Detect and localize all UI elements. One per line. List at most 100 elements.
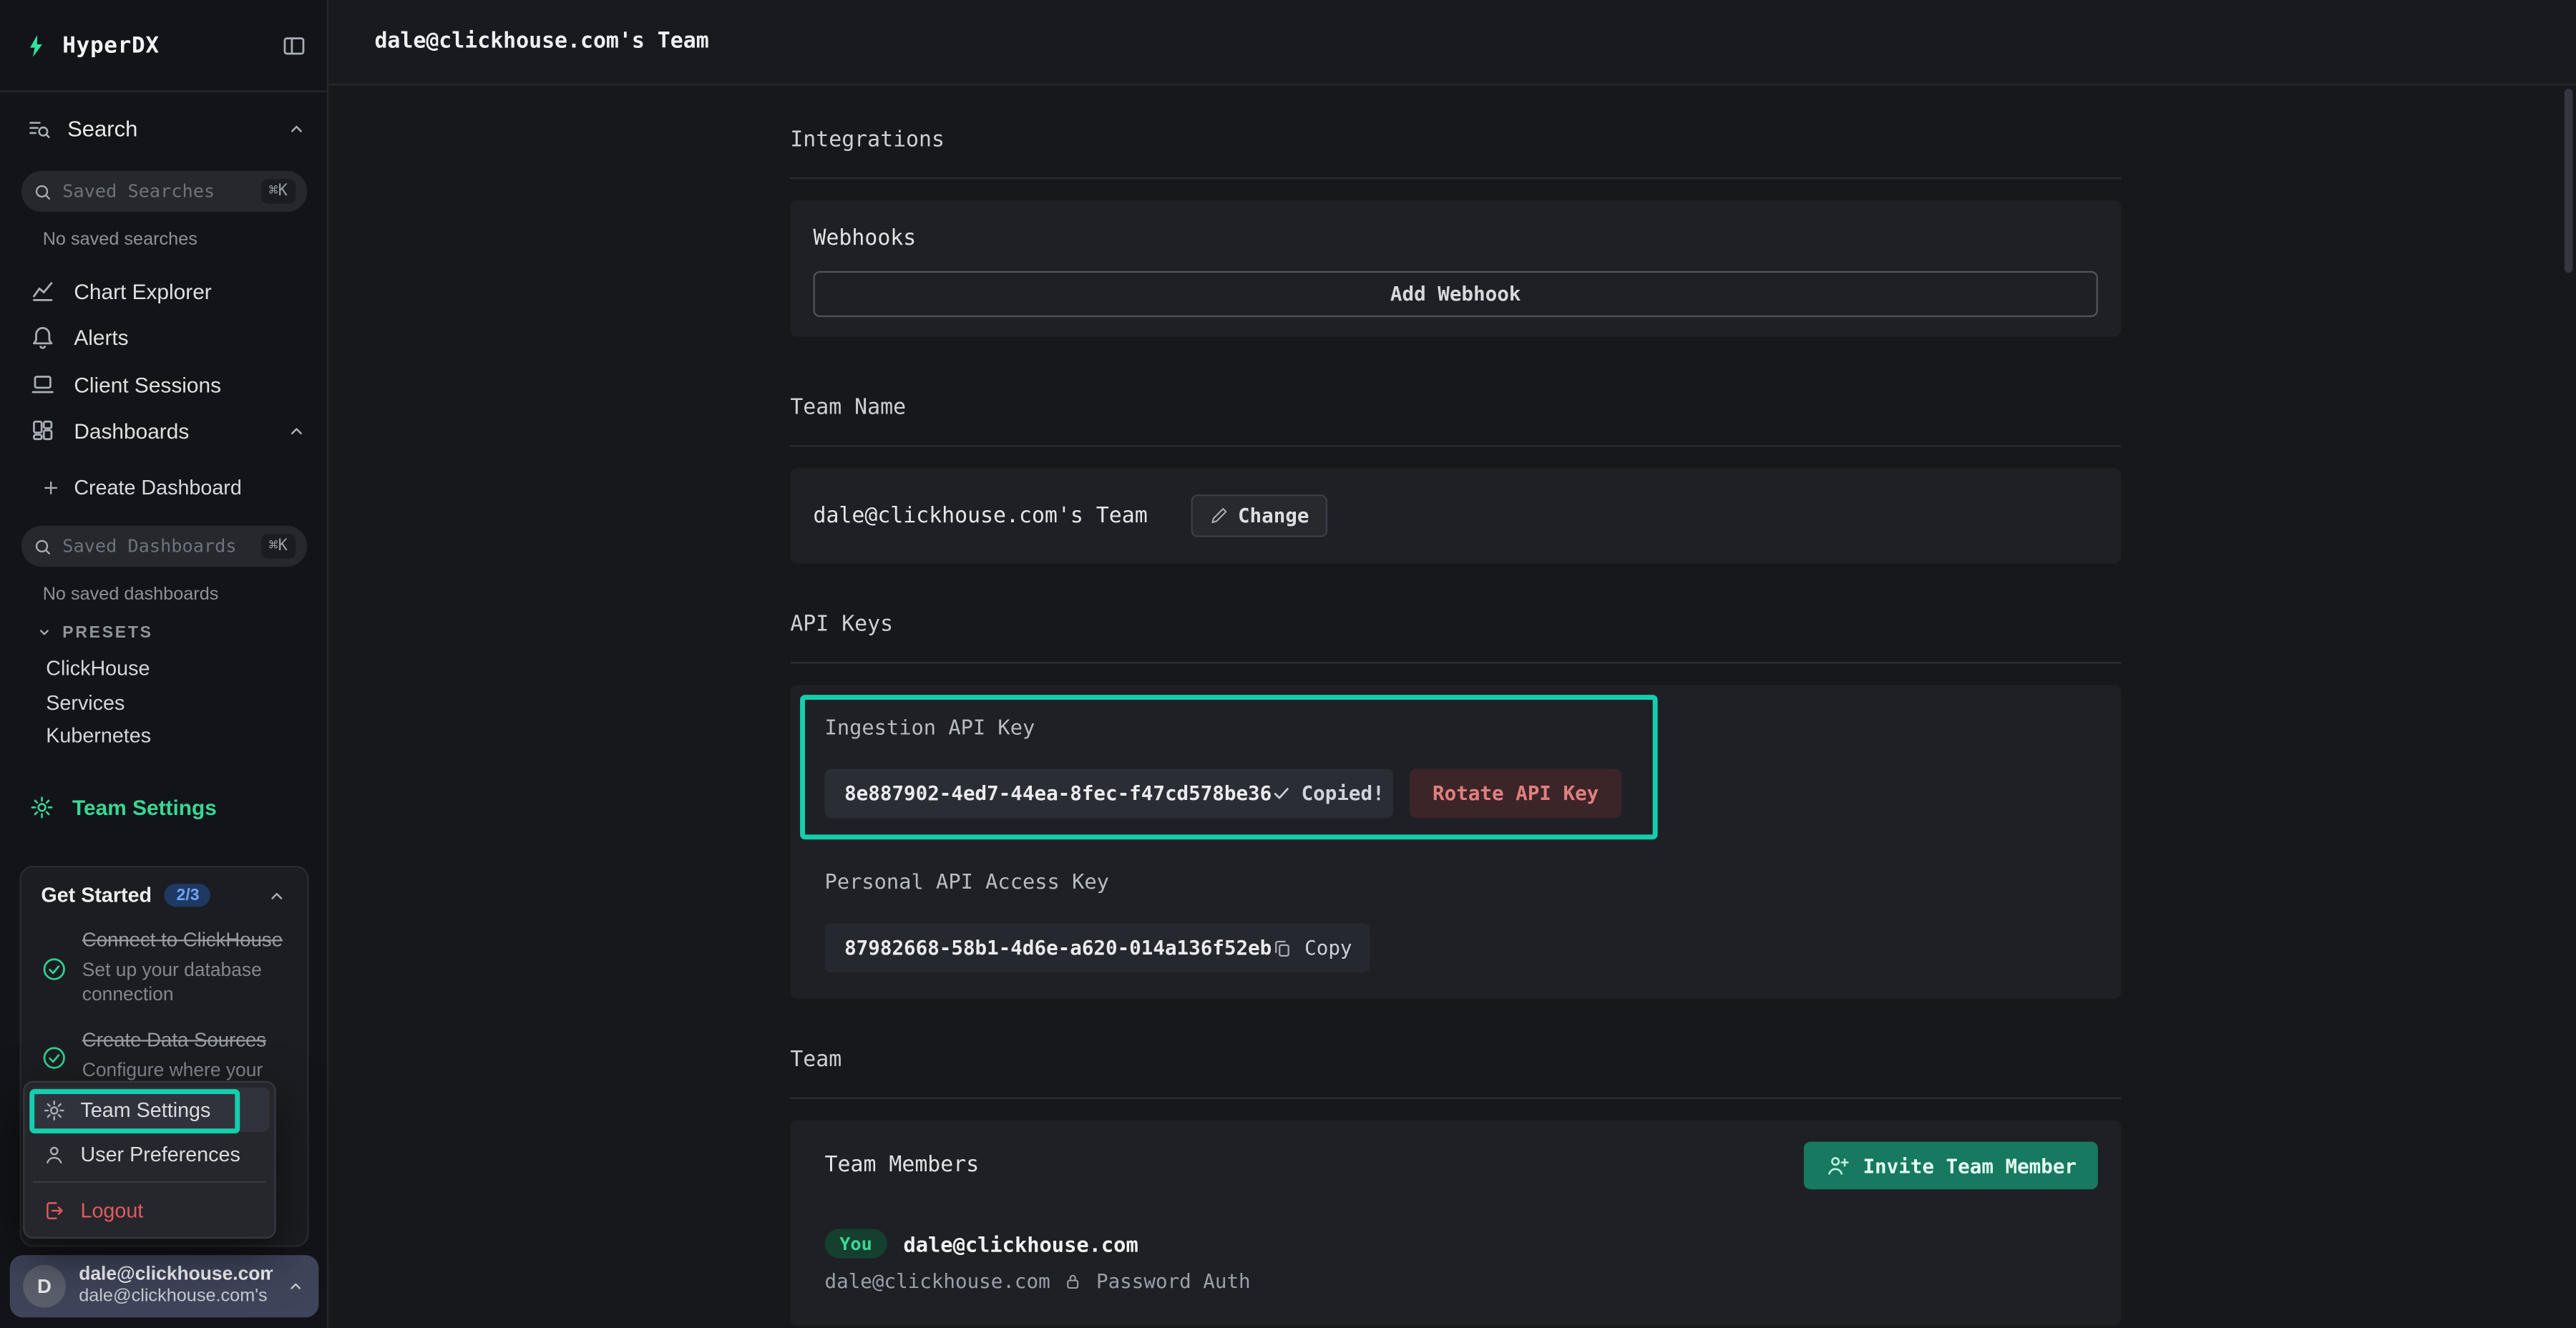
presets-label: PRESETS [62,623,152,641]
get-started-item-title: Connect to ClickHouse [82,928,288,954]
menu-item-team-settings[interactable]: Team Settings [29,1088,269,1132]
search-list-icon [26,116,51,140]
chevron-down-icon [36,624,53,640]
check-circle-icon [41,1031,67,1085]
team-name-card: dale@clickhouse.com's Team Change [790,468,2121,563]
menu-divider [33,1181,266,1183]
menu-item-label: User Preferences [80,1143,240,1166]
no-saved-dashboards-text: No saved dashboards [43,585,219,605]
sidebar-item-client-sessions[interactable]: Client Sessions [29,368,307,401]
menu-item-label: Team Settings [80,1098,210,1121]
search-section-label: Search [67,116,269,140]
user-account-button[interactable]: D dale@clickhouse.com dale@clickhouse.co… [10,1255,319,1317]
create-dashboard-label: Create Dashboard [74,477,242,499]
team-members-label: Team Members [813,1153,979,1178]
hyperdx-app: HyperDX Search ⌘K No saved searches [0,0,2576,1328]
sidebar-item-label: Chart Explorer [74,278,211,303]
member-name: dale@clickhouse.com [903,1231,1138,1256]
personal-key-text: 87982668-58b1-4d6e-a620-014a136f52eb [844,937,1272,960]
ingestion-key-value[interactable]: 8e887902-4ed7-44ea-8fec-f47cd578be36 Cop… [825,768,1393,818]
sidebar-item-dashboards[interactable]: Dashboards [29,414,307,447]
copied-label: Copied! [1302,782,1385,805]
bell-icon [29,323,56,350]
get-started-item-datasources[interactable]: Create Data Sources Configure where your [41,1029,287,1084]
webhooks-label: Webhooks [813,227,2097,251]
get-started-item-title: Create Data Sources [82,1029,288,1055]
sidebar-item-label: Alerts [74,324,128,348]
scrollbar-thumb[interactable] [2565,89,2572,273]
add-webhook-button[interactable]: Add Webhook [813,271,2097,317]
dashboards-icon [29,417,56,444]
saved-searches-box[interactable]: ⌘K [21,171,307,212]
get-started-item-connect[interactable]: Connect to ClickHouse Set up your databa… [41,928,287,1007]
user-texts: dale@clickhouse.com dale@clickhouse.com'… [79,1263,273,1309]
get-started-title: Get Started [41,884,152,907]
presets-toggle[interactable]: PRESETS [36,621,153,644]
personal-key-value[interactable]: 87982668-58b1-4d6e-a620-014a136f52eb Cop… [825,923,1370,972]
copy-button[interactable]: Copy [1272,937,1352,960]
saved-searches-input[interactable] [62,181,250,202]
avatar: D [23,1265,66,1308]
main-area: dale@clickhouse.com's Team Integrations … [328,0,2576,1328]
invite-team-member-button[interactable]: Invite Team Member [1804,1142,2098,1190]
user-icon [43,1143,66,1166]
shortcut-badge: ⌘K [260,534,296,558]
sidebar-item-team-settings[interactable]: Team Settings [29,790,216,823]
sidebar-item-clickhouse[interactable]: ClickHouse [46,654,150,682]
change-team-name-button[interactable]: Change [1190,494,1327,537]
ingestion-key-label: Ingestion API Key [825,715,2098,739]
section-divider [790,177,2121,179]
get-started-progress-badge: 2/3 [165,884,210,907]
integrations-heading: Integrations [790,128,2121,152]
copy-label: Copy [1304,937,1352,960]
brand: HyperDX [23,33,160,59]
sidebar-section-search[interactable]: Search [26,112,308,145]
menu-item-user-preferences[interactable]: User Preferences [29,1132,269,1176]
page-title: dale@clickhouse.com's Team [374,29,708,54]
api-keys-heading: API Keys [790,612,2121,637]
webhooks-card: Webhooks Add Webhook [790,200,2121,337]
sidebar-item-label: Dashboards [74,418,189,442]
team-settings-label: Team Settings [72,794,217,819]
user-name: dale@clickhouse.com [79,1263,273,1286]
member-details-row: dale@clickhouse.com Password Auth [813,1270,2097,1293]
rotate-api-key-button[interactable]: Rotate API Key [1410,768,1622,818]
chevron-up-icon[interactable] [286,117,307,139]
get-started-header[interactable]: Get Started 2/3 [41,884,287,907]
user-plus-icon [1825,1153,1850,1178]
settings-content: Integrations Webhooks Add Webhook Team N… [790,85,2121,1325]
member-row: You dale@clickhouse.com [813,1229,2097,1258]
sidebar-item-label: Client Sessions [74,372,221,396]
gear-icon [29,794,54,819]
sidebar-item-alerts[interactable]: Alerts [29,321,307,353]
get-started-item-desc: Set up your database connection [82,959,288,1008]
ingestion-key-row: 8e887902-4ed7-44ea-8fec-f47cd578be36 Cop… [825,768,2098,818]
sidebar-item-kubernetes[interactable]: Kubernetes [46,721,151,749]
team-heading: Team [790,1048,2121,1073]
chevron-up-icon[interactable] [286,420,307,441]
create-dashboard-button[interactable]: Create Dashboard [41,473,241,502]
sidebar-item-chart-explorer[interactable]: Chart Explorer [29,274,307,307]
pencil-icon [1209,506,1229,526]
section-divider [790,445,2121,446]
laptop-icon [29,371,56,398]
team-name-value: dale@clickhouse.com's Team [813,504,1147,528]
section-divider [790,1098,2121,1099]
personal-key-row: 87982668-58b1-4d6e-a620-014a136f52eb Cop… [825,923,2098,972]
api-keys-card: Ingestion API Key 8e887902-4ed7-44ea-8fe… [790,685,2121,999]
member-email: dale@clickhouse.com [825,1270,1050,1293]
auth-method: Password Auth [1096,1270,1251,1293]
saved-dashboards-input[interactable] [62,535,250,557]
menu-item-logout[interactable]: Logout [29,1188,269,1232]
sidebar-item-services[interactable]: Services [46,688,125,716]
no-saved-searches-text: No saved searches [43,230,197,250]
gear-icon [43,1098,66,1121]
collapse-sidebar-icon[interactable] [281,33,308,59]
ingestion-key-text: 8e887902-4ed7-44ea-8fec-f47cd578be36 [844,782,1272,805]
you-badge: You [825,1229,887,1258]
saved-dashboards-box[interactable]: ⌘K [21,526,307,567]
chevron-up-icon[interactable] [266,884,288,906]
hyperdx-logo-icon [23,33,49,59]
team-members-card: Team Members Invite Team Member You dale… [790,1120,2121,1326]
change-label: Change [1238,504,1309,527]
